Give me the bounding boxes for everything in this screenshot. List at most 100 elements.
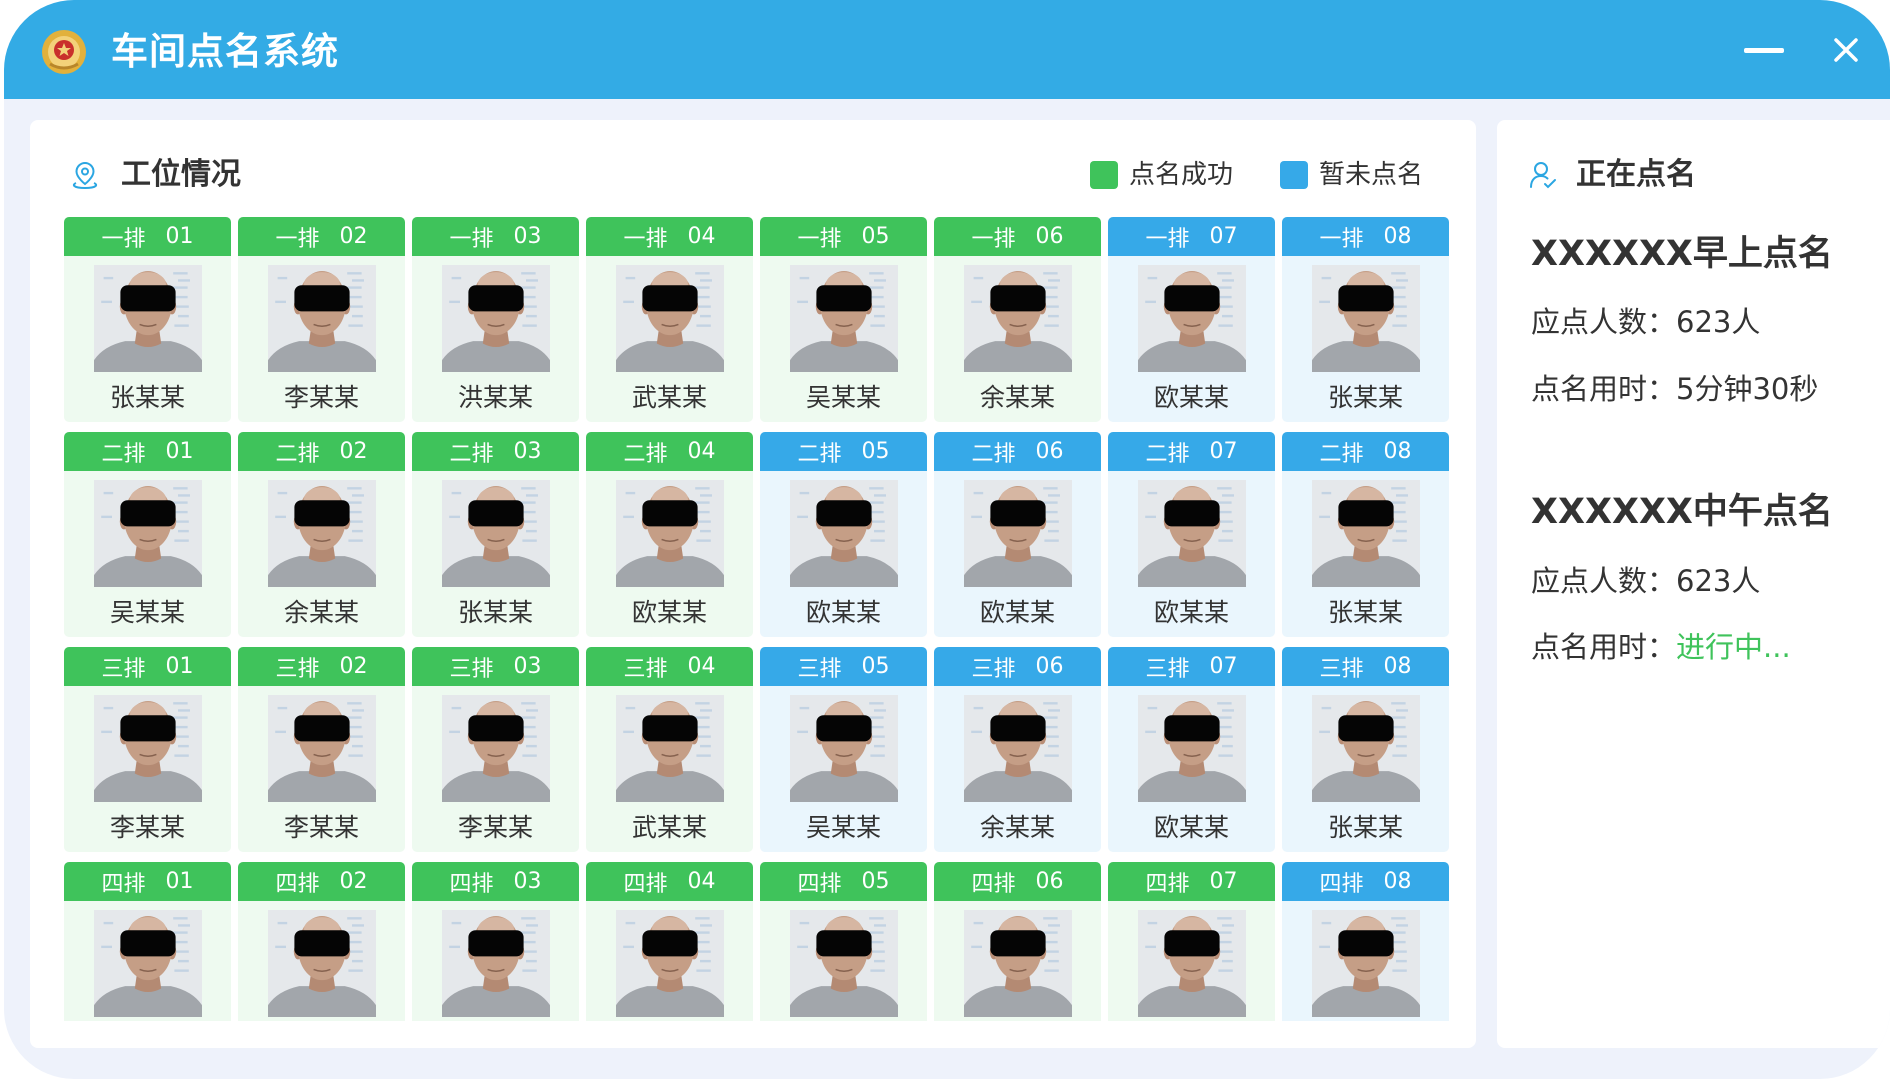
legend-swatch-pending bbox=[1280, 161, 1308, 189]
avatar-photo bbox=[790, 265, 898, 372]
seat-number: 04 bbox=[687, 439, 716, 464]
seat-number: 07 bbox=[1209, 439, 1238, 464]
workstation-label: 三排 01 bbox=[64, 647, 231, 686]
workstation-cell[interactable]: 三排 05 吴某某 bbox=[760, 647, 927, 852]
seat-number: 02 bbox=[339, 439, 368, 464]
seat-number: 04 bbox=[687, 224, 716, 249]
row-label: 四排 bbox=[1319, 871, 1364, 897]
avatar-photo bbox=[790, 910, 898, 1017]
person-name: 欧某某 bbox=[805, 598, 881, 627]
workstation-cell[interactable]: 一排 06 余某某 bbox=[934, 217, 1101, 422]
workstation-label: 四排 06 bbox=[934, 862, 1101, 901]
seat-number: 07 bbox=[1209, 654, 1238, 679]
workstation-cell[interactable]: 三排 04 武某某 bbox=[586, 647, 753, 852]
workstation-label: 一排 04 bbox=[586, 217, 753, 256]
workstation-cell[interactable]: 四排 06 bbox=[934, 862, 1101, 1021]
roll-call-title: 正在点名 bbox=[1576, 157, 1696, 192]
workstation-cell[interactable]: 四排 03 bbox=[412, 862, 579, 1021]
workstation-cell[interactable]: 四排 05 bbox=[760, 862, 927, 1021]
avatar-photo bbox=[1312, 265, 1420, 372]
workstation-cell[interactable]: 一排 01 张某某 bbox=[64, 217, 231, 422]
person-name: 吴某某 bbox=[805, 813, 881, 842]
row-label: 二排 bbox=[971, 441, 1016, 467]
workstation-cell[interactable]: 二排 01 吴某某 bbox=[64, 432, 231, 637]
seat-number: 04 bbox=[687, 654, 716, 679]
workstation-cell[interactable]: 三排 01 李某某 bbox=[64, 647, 231, 852]
workstation-label: 二排 05 bbox=[760, 432, 927, 471]
workstation-cell[interactable]: 四排 08 bbox=[1282, 862, 1449, 1021]
person-name: 张某某 bbox=[109, 383, 185, 412]
seat-number: 03 bbox=[513, 654, 542, 679]
workstation-cell[interactable]: 三排 02 李某某 bbox=[238, 647, 405, 852]
workstation-label: 四排 04 bbox=[586, 862, 753, 901]
workstation-cell[interactable]: 二排 04 欧某某 bbox=[586, 432, 753, 637]
workstation-cell[interactable]: 四排 02 bbox=[238, 862, 405, 1021]
workstation-cell[interactable]: 三排 07 欧某某 bbox=[1108, 647, 1275, 852]
seat-number: 03 bbox=[513, 439, 542, 464]
workstation-cell[interactable]: 二排 05 欧某某 bbox=[760, 432, 927, 637]
workstation-cell[interactable]: 二排 03 张某某 bbox=[412, 432, 579, 637]
row-label: 四排 bbox=[797, 871, 842, 897]
session-expected-count: 应点人数：623人 bbox=[1531, 302, 1760, 342]
row-label: 四排 bbox=[449, 871, 494, 897]
workstation-label: 二排 04 bbox=[586, 432, 753, 471]
seat-number: 06 bbox=[1035, 654, 1064, 679]
workstation-label: 二排 01 bbox=[64, 432, 231, 471]
workstation-cell[interactable]: 三排 06 余某某 bbox=[934, 647, 1101, 852]
close-icon[interactable] bbox=[1832, 36, 1860, 64]
workstation-label: 一排 07 bbox=[1108, 217, 1275, 256]
seat-number: 06 bbox=[1035, 224, 1064, 249]
row-label: 三排 bbox=[623, 656, 668, 682]
expected-label: 应点人数： bbox=[1531, 564, 1677, 598]
seat-number: 02 bbox=[339, 654, 368, 679]
workstation-panel: 工位情况 点名成功 暂未点名 一排 01 张某某 一排 02 李某某 一排 03 洪某某 一排 04… bbox=[30, 120, 1476, 1048]
workstation-cell[interactable]: 二排 08 张某某 bbox=[1282, 432, 1449, 637]
workstation-cell[interactable]: 四排 01 bbox=[64, 862, 231, 1021]
seat-number: 05 bbox=[861, 654, 890, 679]
seat-number: 01 bbox=[165, 439, 194, 464]
seat-number: 04 bbox=[687, 869, 716, 894]
workstation-cell[interactable]: 二排 02 余某某 bbox=[238, 432, 405, 637]
duration-label: 点名用时： bbox=[1531, 630, 1677, 664]
workstation-label: 一排 03 bbox=[412, 217, 579, 256]
workstation-cell[interactable]: 一排 08 张某某 bbox=[1282, 217, 1449, 422]
workstation-cell[interactable]: 一排 03 洪某某 bbox=[412, 217, 579, 422]
seat-number: 07 bbox=[1209, 224, 1238, 249]
workstation-cell[interactable]: 三排 08 张某某 bbox=[1282, 647, 1449, 852]
workstation-cell[interactable]: 二排 06 欧某某 bbox=[934, 432, 1101, 637]
workstation-cell[interactable]: 一排 05 吴某某 bbox=[760, 217, 927, 422]
workstation-cell[interactable]: 一排 02 李某某 bbox=[238, 217, 405, 422]
workstation-label: 三排 08 bbox=[1282, 647, 1449, 686]
workstation-label: 一排 05 bbox=[760, 217, 927, 256]
row-label: 三排 bbox=[797, 656, 842, 682]
workstation-cell[interactable]: 一排 07 欧某某 bbox=[1108, 217, 1275, 422]
workstation-cell[interactable]: 三排 03 李某某 bbox=[412, 647, 579, 852]
workstation-cell[interactable]: 一排 04 武某某 bbox=[586, 217, 753, 422]
avatar-photo bbox=[1138, 695, 1246, 802]
avatar-photo bbox=[268, 910, 376, 1017]
workstation-label: 四排 08 bbox=[1282, 862, 1449, 901]
title-bar: 车间点名系统 bbox=[4, 0, 1890, 99]
avatar-photo bbox=[1138, 910, 1246, 1017]
row-label: 四排 bbox=[971, 871, 1016, 897]
workstation-label: 二排 06 bbox=[934, 432, 1101, 471]
person-name: 吴某某 bbox=[109, 598, 185, 627]
person-name: 张某某 bbox=[457, 598, 533, 627]
workstation-cell[interactable]: 四排 04 bbox=[586, 862, 753, 1021]
row-label: 二排 bbox=[797, 441, 842, 467]
seat-number: 05 bbox=[861, 869, 890, 894]
duration-value: 5分钟30秒 bbox=[1676, 372, 1819, 406]
seat-number: 06 bbox=[1035, 439, 1064, 464]
seat-number: 08 bbox=[1383, 439, 1412, 464]
workstation-cell[interactable]: 二排 07 欧某某 bbox=[1108, 432, 1275, 637]
avatar-photo bbox=[1312, 695, 1420, 802]
seat-number: 02 bbox=[339, 869, 368, 894]
row-label: 四排 bbox=[275, 871, 320, 897]
workstation-title: 工位情况 bbox=[121, 157, 241, 192]
workstation-cell[interactable]: 四排 07 bbox=[1108, 862, 1275, 1021]
workstation-label: 一排 06 bbox=[934, 217, 1101, 256]
minimize-icon[interactable] bbox=[1744, 48, 1784, 53]
row-label: 二排 bbox=[275, 441, 320, 467]
row-label: 三排 bbox=[101, 656, 146, 682]
session-expected-count: 应点人数：623人 bbox=[1531, 561, 1760, 601]
